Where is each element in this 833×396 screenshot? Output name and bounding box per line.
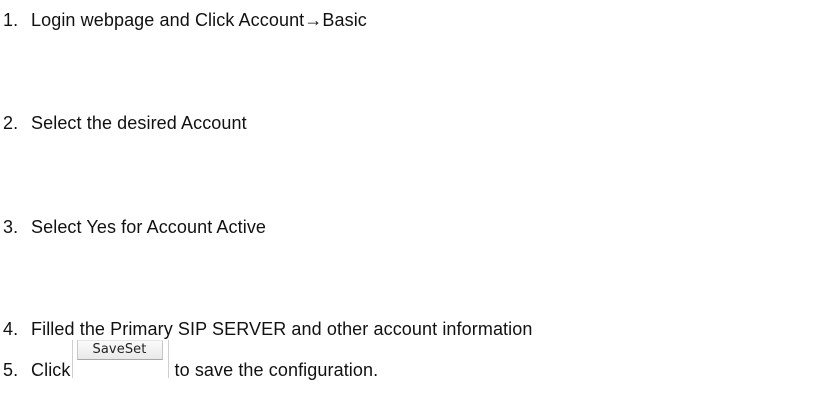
step-number: 2. — [3, 113, 19, 133]
step-number: 4. — [3, 319, 19, 339]
step-5: 5. ClickSaveSetto save the configuration. — [0, 340, 379, 382]
step-3: 3. Select Yes for Account Active — [0, 215, 266, 239]
saveset-button-image: SaveSet — [71, 340, 169, 378]
step-1: 1. Login webpage and Click Account→Basic — [0, 8, 367, 32]
step-text: Filled the Primary SIP SERVER and other … — [31, 319, 533, 339]
step-number: 5. — [3, 360, 19, 380]
step-text-before: Click — [31, 360, 71, 380]
step-4: 4. Filled the Primary SIP SERVER and othe… — [0, 317, 532, 341]
step-2: 2. Select the desired Account — [0, 111, 247, 135]
step-number: 3. — [3, 217, 19, 237]
step-text: Select Yes for Account Active — [31, 217, 267, 237]
step-text-after: to save the configuration. — [174, 360, 379, 380]
instruction-steps: 1. Login webpage and Click Account→Basic … — [0, 0, 833, 396]
step-text: Select the desired Account — [31, 113, 247, 133]
step-number: 1. — [3, 10, 19, 30]
step-text: Login webpage and Click Account→Basic — [31, 10, 367, 30]
